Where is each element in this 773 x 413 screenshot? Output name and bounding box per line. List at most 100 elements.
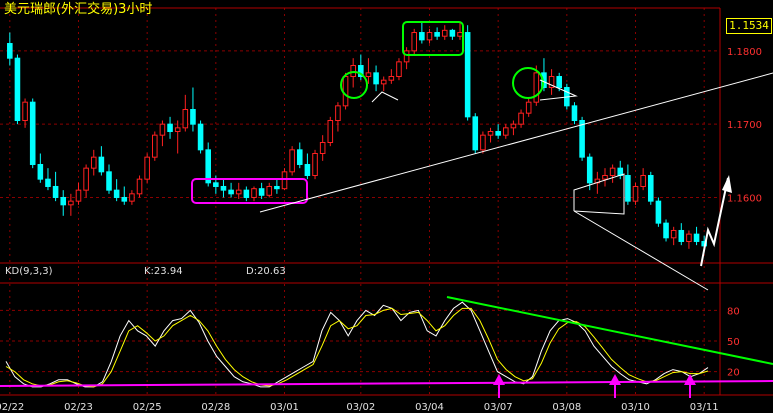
- candle-body: [75, 189, 82, 202]
- candle-body: [90, 156, 97, 169]
- candle-body: [693, 233, 700, 242]
- candle-body: [296, 149, 303, 165]
- candle-body: [251, 188, 257, 198]
- candle-body: [258, 188, 265, 196]
- candle-body: [342, 76, 349, 107]
- candle-body: [304, 163, 311, 176]
- candle-body: [419, 32, 425, 41]
- candle-body: [365, 72, 372, 78]
- price-tick-label: 1.1600: [727, 193, 762, 204]
- current-price-label: 1.1534: [726, 18, 772, 34]
- candle-body: [98, 156, 105, 173]
- candle-body: [373, 72, 379, 85]
- candle-body: [472, 116, 479, 151]
- candle-body: [396, 61, 402, 78]
- candle-body: [159, 123, 166, 136]
- time-tick-label: 03/07: [484, 402, 513, 413]
- forex-chart[interactable]: 02/22 02/23 02/25 02/28 03/01 03/02 03/04 03/07…: [0, 0, 773, 413]
- candle-body: [510, 123, 517, 129]
- candle-body: [380, 79, 387, 85]
- time-tick-label: 02/25: [133, 402, 162, 413]
- candle-body: [449, 29, 456, 37]
- candle-body: [144, 156, 150, 180]
- candle-body: [68, 200, 74, 206]
- d-value-label: D:20.63: [246, 266, 286, 277]
- candle-body: [22, 101, 28, 122]
- candle-body: [312, 152, 318, 176]
- candle-body: [182, 109, 189, 129]
- candle-body: [571, 105, 578, 122]
- candle-body: [327, 120, 334, 143]
- kd-tick-label: 80: [727, 306, 740, 317]
- candle-body: [29, 101, 36, 165]
- candle-body: [625, 174, 631, 202]
- candle-body: [266, 185, 273, 196]
- candle-body: [441, 29, 448, 37]
- candle-body: [83, 167, 89, 191]
- candle-body: [113, 189, 120, 198]
- candle-body: [533, 72, 540, 103]
- kd-tick-label: 20: [727, 368, 740, 379]
- candle-body: [525, 101, 532, 114]
- candle-body: [434, 32, 440, 37]
- candle-body: [640, 174, 646, 187]
- candle-body: [487, 131, 494, 136]
- candle-body: [579, 120, 585, 158]
- candle-body: [213, 182, 219, 187]
- candle-body: [663, 222, 669, 239]
- candle-body: [281, 171, 288, 190]
- candle-body: [243, 189, 250, 198]
- candle-body: [350, 65, 356, 78]
- candle-body: [136, 178, 143, 195]
- candle-body: [503, 127, 509, 136]
- candle-body: [60, 196, 67, 206]
- candle-body: [319, 141, 326, 154]
- candle-body: [228, 189, 234, 195]
- candle-body: [174, 127, 181, 133]
- candle-body: [647, 174, 654, 202]
- candle-body: [106, 171, 112, 191]
- candle-body: [235, 189, 242, 195]
- candle-body: [518, 112, 524, 125]
- k-value-label: K:23.94: [144, 266, 183, 277]
- candle-body: [45, 178, 51, 187]
- time-tick-label: 02/28: [201, 402, 230, 413]
- candle-body: [655, 200, 662, 224]
- indicator-name: KD(9,3,3): [5, 266, 53, 277]
- candle-body: [609, 167, 616, 176]
- price-tick-label: 1.1700: [727, 120, 762, 131]
- time-tick-label: 03/10: [621, 402, 650, 413]
- candle-body: [37, 163, 44, 180]
- candle-body: [411, 32, 418, 52]
- candle-body: [556, 76, 562, 89]
- candle-body: [632, 185, 639, 202]
- kd-tick-label: 50: [727, 337, 740, 348]
- time-tick-label: 03/04: [415, 402, 444, 413]
- time-tick-label: 02/22: [0, 402, 24, 413]
- candle-body: [457, 32, 463, 37]
- candle-body: [426, 32, 433, 41]
- candle-body: [167, 123, 173, 133]
- candle-body: [670, 229, 677, 239]
- time-tick-label: 03/01: [270, 402, 299, 413]
- candle-body: [289, 149, 295, 173]
- candle-body: [335, 105, 341, 122]
- candle-body: [480, 134, 486, 151]
- candle-body: [190, 109, 196, 125]
- candle-body: [686, 233, 692, 242]
- candle-body: [495, 131, 501, 136]
- candle-body: [14, 57, 21, 122]
- time-tick-label: 03/08: [552, 402, 581, 413]
- candle-body: [464, 32, 471, 118]
- candle-body: [121, 196, 128, 202]
- candle-body: [152, 134, 158, 158]
- time-tick-label: 03/11: [690, 402, 719, 413]
- candle-body: [7, 43, 13, 59]
- candle-body: [586, 156, 593, 184]
- candle-body: [602, 174, 608, 180]
- candle-body: [220, 185, 227, 191]
- time-tick-label: 03/02: [346, 402, 375, 413]
- chart-title: 美元瑞郎(外汇交易)3小时: [4, 2, 153, 17]
- price-tick-label: 1.1800: [727, 47, 762, 58]
- candle-body: [274, 185, 280, 190]
